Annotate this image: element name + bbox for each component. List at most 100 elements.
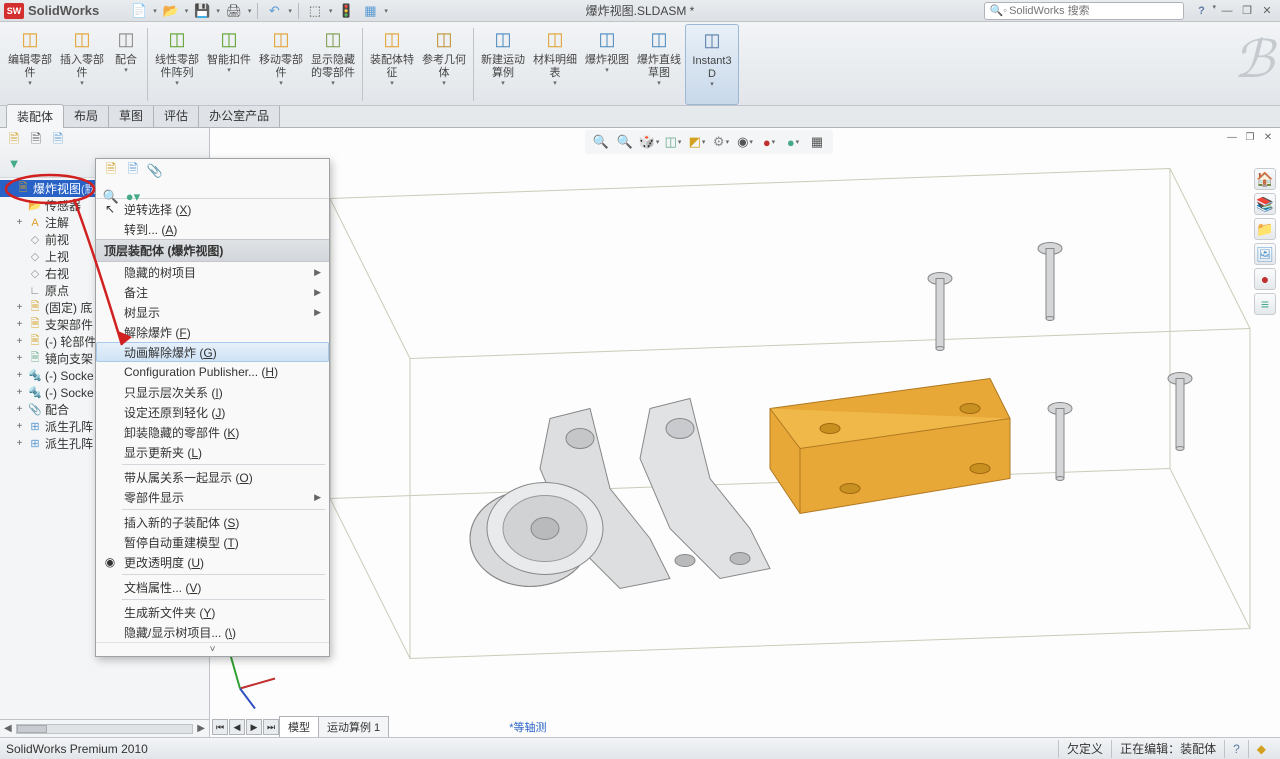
ctx-Configuration Publisher...[interactable]: Configuration Publisher... (H) bbox=[96, 362, 329, 382]
filter-icon[interactable]: ▼ bbox=[4, 153, 24, 173]
tree-tab-property[interactable]: 🗎 bbox=[26, 131, 46, 151]
select-button[interactable]: ⬚ bbox=[305, 2, 325, 20]
ctx-icon[interactable]: 📎 bbox=[146, 162, 164, 180]
quick-access-toolbar: 📄▾ 📂▾ 💾▾ 🖨▾ ↶▾ ⬚▾ 🚦 ▦▾ bbox=[129, 2, 388, 20]
ctx-更改透明度[interactable]: ◉更改透明度 (U) bbox=[96, 552, 329, 572]
design-library-icon[interactable]: 📚 bbox=[1254, 193, 1276, 215]
ctx-显示更新夹[interactable]: 显示更新夹 (L) bbox=[96, 442, 329, 462]
vp-tab-prev[interactable]: ◀ bbox=[229, 719, 245, 735]
open-file-button[interactable]: 📂 bbox=[161, 2, 181, 20]
tab-评估[interactable]: 评估 bbox=[153, 103, 199, 127]
ctx-暂停自动重建模型[interactable]: 暂停自动重建模型 (T) bbox=[96, 532, 329, 552]
ctx-生成新文件夹[interactable]: 生成新文件夹 (Y) bbox=[96, 602, 329, 622]
vp-tab-last[interactable]: ⏭ bbox=[263, 719, 279, 735]
search-box[interactable]: 🔍◦ bbox=[984, 2, 1184, 20]
status-definition: 欠定义 bbox=[1058, 740, 1111, 758]
ribbon-爆炸视图[interactable]: ◫爆炸视图▾ bbox=[581, 24, 633, 105]
ribbon-显示隐藏的零部件[interactable]: ◫显示隐藏的零部件▾ bbox=[307, 24, 359, 105]
ctx-expand[interactable]: ˅ bbox=[96, 642, 329, 656]
tab-布局[interactable]: 布局 bbox=[63, 103, 109, 127]
ctx-动画解除爆炸[interactable]: 动画解除爆炸 (G) bbox=[96, 342, 329, 362]
options-button[interactable]: ▦ bbox=[360, 2, 380, 20]
ctx-解除爆炸[interactable]: 解除爆炸 (F) bbox=[96, 322, 329, 342]
ctx-逆转选择[interactable]: ↖逆转选择 (X) bbox=[96, 199, 329, 219]
status-tag-icon[interactable]: ◆ bbox=[1248, 740, 1274, 758]
print-button[interactable]: 🖨 bbox=[224, 2, 244, 20]
minimize-button[interactable]: — bbox=[1218, 3, 1236, 19]
restore-button[interactable]: ❐ bbox=[1238, 3, 1256, 19]
view-orientation-label: *等轴测 bbox=[509, 719, 546, 735]
ctx-带从属关系一起显示[interactable]: 带从属关系一起显示 (O) bbox=[96, 467, 329, 487]
hide-show-icon[interactable]: ◉ bbox=[735, 132, 755, 152]
status-bar: SolidWorks Premium 2010 欠定义 正在编辑：装配体 ? ◆ bbox=[0, 737, 1280, 759]
ribbon-tabs: 装配体布局草图评估办公室产品 bbox=[0, 106, 1280, 128]
ribbon-编辑零部件[interactable]: ◫编辑零部件▾ bbox=[4, 24, 56, 105]
document-title: 爆炸视图.SLDASM * bbox=[586, 2, 695, 19]
ribbon-装配体特征[interactable]: ◫装配体特征▾ bbox=[366, 24, 418, 105]
ribbon-爆炸直线草图[interactable]: ◫爆炸直线草图▾ bbox=[633, 24, 685, 105]
ribbon-插入零部件[interactable]: ◫插入零部件▾ bbox=[56, 24, 108, 105]
save-button[interactable]: 💾 bbox=[192, 2, 212, 20]
scene-icon[interactable]: ● bbox=[783, 132, 803, 152]
section-view-icon[interactable]: ◩ bbox=[687, 132, 707, 152]
tab-草图[interactable]: 草图 bbox=[108, 103, 154, 127]
ctx-设定还原到轻化[interactable]: 设定还原到轻化 (J) bbox=[96, 402, 329, 422]
tree-tab-config[interactable]: 🗎 bbox=[48, 131, 68, 151]
tab-办公室产品[interactable]: 办公室产品 bbox=[198, 103, 280, 127]
tree-tab-feature[interactable]: 🗎 bbox=[4, 131, 24, 151]
view-palette-icon[interactable]: 🖼 bbox=[1254, 243, 1276, 265]
search-input[interactable] bbox=[1009, 5, 1179, 17]
ribbon-移动零部件[interactable]: ◫移动零部件▾ bbox=[255, 24, 307, 105]
vp-tab-next[interactable]: ▶ bbox=[246, 719, 262, 735]
ctx-卸装隐藏的零部件[interactable]: 卸装隐藏的零部件 (K) bbox=[96, 422, 329, 442]
ctx-转到...[interactable]: 转到... (A) bbox=[96, 219, 329, 239]
view-simulation-icon[interactable]: ▦ bbox=[807, 132, 827, 152]
ctx-隐藏/显示树项目...[interactable]: 隐藏/显示树项目... (\) bbox=[96, 622, 329, 642]
ribbon-智能扣件[interactable]: ◫智能扣件▾ bbox=[203, 24, 255, 105]
status-help-icon[interactable]: ? bbox=[1224, 740, 1248, 758]
view-orientation-icon[interactable]: 🎲 bbox=[639, 132, 659, 152]
search-icon: 🔍◦ bbox=[989, 4, 1007, 17]
rebuild-button[interactable]: 🚦 bbox=[336, 2, 356, 20]
ctx-icon[interactable]: 🗎 bbox=[102, 162, 120, 180]
view-settings-icon[interactable]: ⚙ bbox=[711, 132, 731, 152]
display-style-icon[interactable]: ◫ bbox=[663, 132, 683, 152]
view-close[interactable]: ✕ bbox=[1260, 130, 1276, 144]
ctx-插入新的子装配体[interactable]: 插入新的子装配体 (S) bbox=[96, 512, 329, 532]
scroll-right[interactable]: ▶ bbox=[197, 723, 205, 734]
appearances-icon[interactable]: ● bbox=[1254, 268, 1276, 290]
tab-装配体[interactable]: 装配体 bbox=[6, 104, 64, 128]
ctx-文档属性...[interactable]: 文档属性... (V) bbox=[96, 577, 329, 597]
zoom-area-icon[interactable]: 🔍 bbox=[615, 132, 635, 152]
ctx-零部件显示[interactable]: 零部件显示▶ bbox=[96, 487, 329, 507]
ribbon-Instant3D[interactable]: ◫Instant3D▾ bbox=[685, 24, 739, 105]
3d-viewport[interactable]: — ❐ ✕ 🔍 🔍 🎲 ◫ ◩ ⚙ ◉ ● ● ▦ 🏠 📚 📁 🖼 ● ≡ bbox=[210, 128, 1280, 737]
view-minimize[interactable]: — bbox=[1224, 130, 1240, 144]
vp-tab-model[interactable]: 模型 bbox=[279, 716, 319, 737]
vp-tab-motion[interactable]: 运动算例 1 bbox=[318, 716, 389, 737]
app-name: SolidWorks bbox=[28, 3, 99, 18]
ctx-隐藏的树项目[interactable]: 隐藏的树项目▶ bbox=[96, 262, 329, 282]
ctx-备注[interactable]: 备注▶ bbox=[96, 282, 329, 302]
appearance-icon[interactable]: ● bbox=[759, 132, 779, 152]
zoom-fit-icon[interactable]: 🔍 bbox=[591, 132, 611, 152]
view-restore[interactable]: ❐ bbox=[1242, 130, 1258, 144]
new-file-button[interactable]: 📄 bbox=[129, 2, 149, 20]
ctx-只显示层次关系[interactable]: 只显示层次关系 (I) bbox=[96, 382, 329, 402]
ribbon-配合[interactable]: ◫配合▾ bbox=[108, 24, 144, 105]
ctx-树显示[interactable]: 树显示▶ bbox=[96, 302, 329, 322]
help-button[interactable]: ? bbox=[1192, 3, 1210, 19]
ctx-icon[interactable]: 🗎 bbox=[124, 162, 142, 180]
undo-button[interactable]: ↶ bbox=[264, 2, 284, 20]
3d-scene bbox=[210, 128, 1280, 737]
file-explorer-icon[interactable]: 📁 bbox=[1254, 218, 1276, 240]
scroll-left[interactable]: ◀ bbox=[4, 723, 12, 734]
home-icon[interactable]: 🏠 bbox=[1254, 168, 1276, 190]
ribbon-材料明细表[interactable]: ◫材料明细表▾ bbox=[529, 24, 581, 105]
ribbon-参考几何体[interactable]: ◫参考几何体▾ bbox=[418, 24, 470, 105]
custom-props-icon[interactable]: ≡ bbox=[1254, 293, 1276, 315]
vp-tab-first[interactable]: ⏮ bbox=[212, 719, 228, 735]
ribbon-新建运动算例[interactable]: ◫新建运动算例▾ bbox=[477, 24, 529, 105]
close-button[interactable]: ✕ bbox=[1258, 3, 1276, 19]
ribbon-线性零部件阵列[interactable]: ◫线性零部件阵列▾ bbox=[151, 24, 203, 105]
